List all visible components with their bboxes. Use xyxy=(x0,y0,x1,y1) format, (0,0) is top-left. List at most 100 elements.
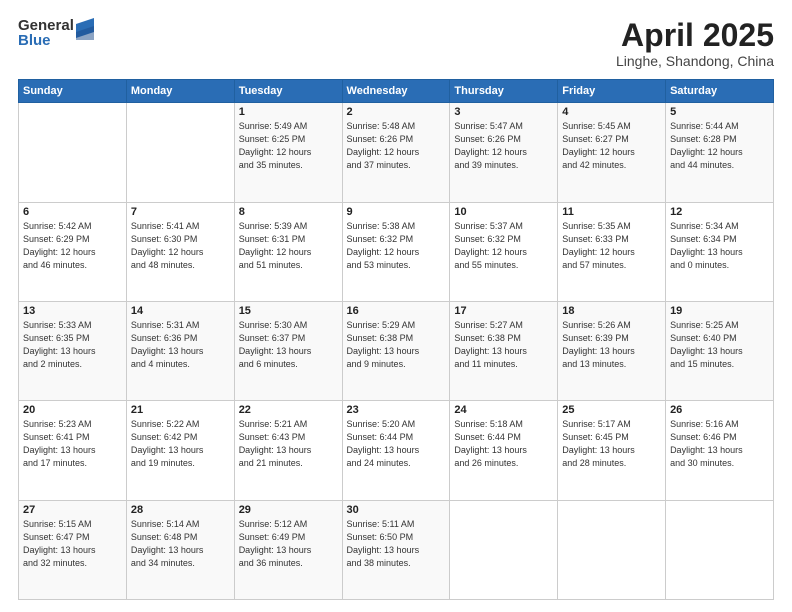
day-cell: 25 Sunrise: 5:17 AM Sunset: 6:45 PM Dayli… xyxy=(558,401,666,500)
day-info: Sunrise: 5:34 AM Sunset: 6:34 PM Dayligh… xyxy=(670,220,769,272)
day-number: 24 xyxy=(454,404,553,416)
day-number: 20 xyxy=(23,404,122,416)
day-number: 9 xyxy=(347,206,446,218)
day-number: 12 xyxy=(670,206,769,218)
day-number: 7 xyxy=(131,206,230,218)
day-cell: 27Sunrise: 5:15 AM Sunset: 6:47 PM Dayli… xyxy=(19,500,127,599)
day-number: 6 xyxy=(23,206,122,218)
day-info: Sunrise: 5:11 AM Sunset: 6:50 PM Dayligh… xyxy=(347,518,446,570)
day-cell: 9 Sunrise: 5:38 AM Sunset: 6:32 PM Daylig… xyxy=(342,202,450,301)
logo-blue: Blue xyxy=(18,33,74,48)
header-cell-wednesday: Wednesday xyxy=(342,80,450,103)
day-info: Sunrise: 5:27 AM Sunset: 6:38 PM Dayligh… xyxy=(454,319,553,371)
day-cell: 29 Sunrise: 5:12 AM Sunset: 6:49 PM Dayli… xyxy=(234,500,342,599)
day-cell xyxy=(450,500,558,599)
day-number: 10 xyxy=(454,206,553,218)
day-number: 14 xyxy=(131,305,230,317)
day-number: 4 xyxy=(562,106,661,118)
header-cell-thursday: Thursday xyxy=(450,80,558,103)
day-number: 23 xyxy=(347,404,446,416)
day-info: Sunrise: 5:26 AM Sunset: 6:39 PM Dayligh… xyxy=(562,319,661,371)
day-number: 8 xyxy=(239,206,338,218)
header-cell-saturday: Saturday xyxy=(666,80,774,103)
day-number: 26 xyxy=(670,404,769,416)
day-info: Sunrise: 5:48 AM Sunset: 6:26 PM Dayligh… xyxy=(347,120,446,172)
day-number: 11 xyxy=(562,206,661,218)
day-cell: 20 Sunrise: 5:23 AM Sunset: 6:41 PM Dayli… xyxy=(19,401,127,500)
day-cell: 6 Sunrise: 5:42 AM Sunset: 6:29 PM Daylig… xyxy=(19,202,127,301)
day-cell: 16Sunrise: 5:29 AM Sunset: 6:38 PM Dayli… xyxy=(342,301,450,400)
header: General Blue April 2025 Linghe, Shandong… xyxy=(18,18,774,69)
day-info: Sunrise: 5:35 AM Sunset: 6:33 PM Dayligh… xyxy=(562,220,661,272)
logo-text: General Blue xyxy=(18,18,74,48)
day-cell: 21 Sunrise: 5:22 AM Sunset: 6:42 PM Dayli… xyxy=(126,401,234,500)
day-info: Sunrise: 5:31 AM Sunset: 6:36 PM Dayligh… xyxy=(131,319,230,371)
day-info: Sunrise: 5:23 AM Sunset: 6:41 PM Dayligh… xyxy=(23,418,122,470)
day-info: Sunrise: 5:20 AM Sunset: 6:44 PM Dayligh… xyxy=(347,418,446,470)
day-info: Sunrise: 5:47 AM Sunset: 6:26 PM Dayligh… xyxy=(454,120,553,172)
header-cell-sunday: Sunday xyxy=(19,80,127,103)
day-info: Sunrise: 5:29 AM Sunset: 6:38 PM Dayligh… xyxy=(347,319,446,371)
header-cell-tuesday: Tuesday xyxy=(234,80,342,103)
day-cell: 13Sunrise: 5:33 AM Sunset: 6:35 PM Dayli… xyxy=(19,301,127,400)
logo: General Blue xyxy=(18,18,94,48)
day-info: Sunrise: 5:22 AM Sunset: 6:42 PM Dayligh… xyxy=(131,418,230,470)
week-row-5: 27Sunrise: 5:15 AM Sunset: 6:47 PM Dayli… xyxy=(19,500,774,599)
day-number: 19 xyxy=(670,305,769,317)
day-cell: 26 Sunrise: 5:16 AM Sunset: 6:46 PM Dayli… xyxy=(666,401,774,500)
day-info: Sunrise: 5:44 AM Sunset: 6:28 PM Dayligh… xyxy=(670,120,769,172)
day-cell: 18 Sunrise: 5:26 AM Sunset: 6:39 PM Dayli… xyxy=(558,301,666,400)
day-info: Sunrise: 5:42 AM Sunset: 6:29 PM Dayligh… xyxy=(23,220,122,272)
day-info: Sunrise: 5:16 AM Sunset: 6:46 PM Dayligh… xyxy=(670,418,769,470)
calendar-title: April 2025 xyxy=(616,18,774,53)
header-cell-friday: Friday xyxy=(558,80,666,103)
day-info: Sunrise: 5:39 AM Sunset: 6:31 PM Dayligh… xyxy=(239,220,338,272)
day-cell: 22 Sunrise: 5:21 AM Sunset: 6:43 PM Dayli… xyxy=(234,401,342,500)
day-cell: 28Sunrise: 5:14 AM Sunset: 6:48 PM Dayli… xyxy=(126,500,234,599)
week-row-1: 1 Sunrise: 5:49 AM Sunset: 6:25 PM Daylig… xyxy=(19,103,774,202)
day-info: Sunrise: 5:21 AM Sunset: 6:43 PM Dayligh… xyxy=(239,418,338,470)
day-number: 5 xyxy=(670,106,769,118)
day-info: Sunrise: 5:12 AM Sunset: 6:49 PM Dayligh… xyxy=(239,518,338,570)
day-number: 21 xyxy=(131,404,230,416)
day-number: 27 xyxy=(23,504,122,516)
day-cell: 24 Sunrise: 5:18 AM Sunset: 6:44 PM Dayli… xyxy=(450,401,558,500)
day-number: 1 xyxy=(239,106,338,118)
page: General Blue April 2025 Linghe, Shandong… xyxy=(0,0,792,612)
day-cell: 11 Sunrise: 5:35 AM Sunset: 6:33 PM Dayli… xyxy=(558,202,666,301)
calendar-header: SundayMondayTuesdayWednesdayThursdayFrid… xyxy=(19,80,774,103)
day-cell xyxy=(19,103,127,202)
day-number: 3 xyxy=(454,106,553,118)
day-cell: 10Sunrise: 5:37 AM Sunset: 6:32 PM Dayli… xyxy=(450,202,558,301)
day-cell: 2Sunrise: 5:48 AM Sunset: 6:26 PM Daylig… xyxy=(342,103,450,202)
day-number: 15 xyxy=(239,305,338,317)
week-row-3: 13Sunrise: 5:33 AM Sunset: 6:35 PM Dayli… xyxy=(19,301,774,400)
day-number: 29 xyxy=(239,504,338,516)
day-cell: 17Sunrise: 5:27 AM Sunset: 6:38 PM Dayli… xyxy=(450,301,558,400)
day-info: Sunrise: 5:41 AM Sunset: 6:30 PM Dayligh… xyxy=(131,220,230,272)
logo-icon xyxy=(76,18,94,40)
day-cell xyxy=(126,103,234,202)
day-info: Sunrise: 5:17 AM Sunset: 6:45 PM Dayligh… xyxy=(562,418,661,470)
day-info: Sunrise: 5:18 AM Sunset: 6:44 PM Dayligh… xyxy=(454,418,553,470)
day-cell: 1 Sunrise: 5:49 AM Sunset: 6:25 PM Daylig… xyxy=(234,103,342,202)
day-number: 25 xyxy=(562,404,661,416)
week-row-2: 6 Sunrise: 5:42 AM Sunset: 6:29 PM Daylig… xyxy=(19,202,774,301)
day-number: 28 xyxy=(131,504,230,516)
day-info: Sunrise: 5:49 AM Sunset: 6:25 PM Dayligh… xyxy=(239,120,338,172)
header-row: SundayMondayTuesdayWednesdayThursdayFrid… xyxy=(19,80,774,103)
day-cell xyxy=(666,500,774,599)
calendar-table: SundayMondayTuesdayWednesdayThursdayFrid… xyxy=(18,79,774,600)
header-cell-monday: Monday xyxy=(126,80,234,103)
day-info: Sunrise: 5:38 AM Sunset: 6:32 PM Dayligh… xyxy=(347,220,446,272)
day-cell: 23 Sunrise: 5:20 AM Sunset: 6:44 PM Dayli… xyxy=(342,401,450,500)
day-cell: 15Sunrise: 5:30 AM Sunset: 6:37 PM Dayli… xyxy=(234,301,342,400)
day-number: 18 xyxy=(562,305,661,317)
day-info: Sunrise: 5:33 AM Sunset: 6:35 PM Dayligh… xyxy=(23,319,122,371)
day-cell: 8 Sunrise: 5:39 AM Sunset: 6:31 PM Daylig… xyxy=(234,202,342,301)
day-cell: 12 Sunrise: 5:34 AM Sunset: 6:34 PM Dayli… xyxy=(666,202,774,301)
calendar-body: 1 Sunrise: 5:49 AM Sunset: 6:25 PM Daylig… xyxy=(19,103,774,600)
day-info: Sunrise: 5:45 AM Sunset: 6:27 PM Dayligh… xyxy=(562,120,661,172)
day-number: 22 xyxy=(239,404,338,416)
title-block: April 2025 Linghe, Shandong, China xyxy=(616,18,774,69)
